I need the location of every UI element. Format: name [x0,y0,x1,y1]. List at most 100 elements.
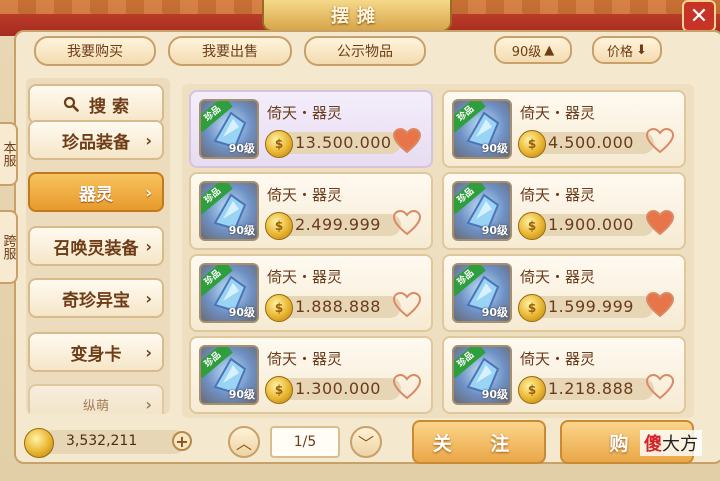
category-transform-card[interactable]: 变身卡 › [28,332,164,372]
close-button[interactable]: ✕ [682,0,716,32]
item-card[interactable]: 珍品 90级 倚天・器灵 $1.300.000 [189,336,433,414]
close-icon: ✕ [689,3,709,29]
item-card[interactable]: 珍品 90级 倚天・器灵 $13.500.000 [189,90,433,168]
item-thumbnail: 珍品 90级 [199,181,259,241]
category-summon-equipment[interactable]: 召唤灵装备 › [28,226,164,266]
favorite-heart-icon[interactable] [646,374,674,400]
search-icon [63,96,79,112]
tab-public[interactable]: 公示物品 [304,36,426,66]
side-tab-cross-label: 跨服 [0,234,16,260]
item-thumbnail: 珍品 90级 [452,263,512,323]
item-card[interactable]: 珍品 90级 倚天・器灵 $2.499.999 [189,172,433,250]
item-thumbnail: 珍品 90级 [199,345,259,405]
balance-value: 3,532,211 [66,433,138,449]
follow-label: 关 注 [432,432,526,455]
tab-public-label: 公示物品 [337,44,393,60]
tab-sell-label: 我要出售 [202,44,258,60]
sort-price-label: 价格 [607,44,634,60]
item-name: 倚天・器灵 [267,268,343,286]
coin-icon: $ [518,294,546,322]
coin-icon: $ [518,376,546,404]
item-card[interactable]: 珍品 90级 倚天・器灵 $1.900.000 [442,172,686,250]
coin-icon [24,428,54,458]
item-price: 2.499.999 [295,215,381,234]
item-card[interactable]: 珍品 90级 倚天・器灵 $1.888.888 [189,254,433,332]
item-name: 倚天・器灵 [520,268,596,286]
item-thumbnail: 珍品 90级 [199,99,259,159]
watermark-red: 傻 [644,434,662,455]
chevron-right-icon: › [145,236,152,256]
chevron-right-icon: › [145,342,152,362]
chevron-right-icon: › [145,182,152,202]
item-name: 倚天・器灵 [520,104,596,122]
category-label: 奇珍异宝 [62,290,130,311]
coin-icon: $ [518,130,546,158]
page-down-button[interactable]: ﹀ [350,426,382,458]
window-title: 摆摊 [262,0,452,32]
item-level: 90级 [481,142,508,155]
category-list: 搜 索 珍品装备 › 器灵 › 召唤灵装备 › 奇珍异宝 › 变身卡 › 纵萌 › [26,78,170,414]
sort-level-label: 90级 [511,44,542,60]
sort-down-icon: ⬇ [636,42,647,58]
chevron-up-icon: ︿ [235,434,252,453]
item-price: 4.500.000 [548,133,634,152]
coin-icon: $ [265,212,293,240]
watermark-black: 大方 [662,434,698,455]
item-name: 倚天・器灵 [267,186,343,204]
tab-buy-label: 我要购买 [67,44,123,60]
tab-buy[interactable]: 我要购买 [34,36,156,66]
item-price: 1.900.000 [548,215,634,234]
item-thumbnail: 珍品 90级 [452,99,512,159]
watermark: 傻大方 [640,430,702,456]
category-search-button[interactable]: 搜 索 [28,84,164,124]
item-thumbnail: 珍品 90级 [452,345,512,405]
page-up-button[interactable]: ︿ [228,426,260,458]
item-price: 1.218.888 [548,379,634,398]
item-name: 倚天・器灵 [267,350,343,368]
sort-price-button[interactable]: 价格 ⬇ [592,36,662,64]
page-indicator: 1/5 [270,426,340,458]
follow-button[interactable]: 关 注 [412,420,546,464]
category-rare-equipment[interactable]: 珍品装备 › [28,120,164,160]
category-spirit[interactable]: 器灵 › [28,172,164,212]
item-level: 90级 [228,306,255,319]
item-level: 90级 [228,142,255,155]
tab-sell[interactable]: 我要出售 [168,36,292,66]
item-price: 1.599.999 [548,297,634,316]
favorite-heart-icon[interactable] [646,292,674,318]
item-card[interactable]: 珍品 90级 倚天・器灵 $4.500.000 [442,90,686,168]
category-label: 珍品装备 [62,132,130,153]
favorite-heart-icon[interactable] [393,128,421,154]
side-tab-local-server[interactable]: 本服 [0,122,18,186]
item-card[interactable]: 珍品 90级 倚天・器灵 $1.599.999 [442,254,686,332]
side-tab-cross-server[interactable]: 跨服 [0,210,18,284]
item-level: 90级 [481,388,508,401]
item-thumbnail: 珍品 90级 [452,181,512,241]
category-mount[interactable]: 纵萌 › [28,384,164,414]
item-name: 倚天・器灵 [520,186,596,204]
item-price: 1.300.000 [295,379,381,398]
favorite-heart-icon[interactable] [646,128,674,154]
item-level: 90级 [228,388,255,401]
sort-level-button[interactable]: 90级 ▲ [494,36,572,64]
item-name: 倚天・器灵 [267,104,343,122]
add-currency-button[interactable]: + [172,431,192,451]
favorite-heart-icon[interactable] [393,374,421,400]
search-label: 搜 索 [89,96,129,117]
category-label: 变身卡 [70,344,122,365]
favorite-heart-icon[interactable] [393,210,421,236]
coin-icon: $ [265,294,293,322]
category-treasures[interactable]: 奇珍异宝 › [28,278,164,318]
item-price: 13.500.000 [295,133,392,152]
coin-icon: $ [518,212,546,240]
coin-icon: $ [265,376,293,404]
category-label: 器灵 [79,184,113,205]
favorite-heart-icon[interactable] [393,292,421,318]
favorite-heart-icon[interactable] [646,210,674,236]
item-name: 倚天・器灵 [520,350,596,368]
chevron-right-icon: › [145,130,152,150]
item-price: 1.888.888 [295,297,381,316]
item-card[interactable]: 珍品 90级 倚天・器灵 $1.218.888 [442,336,686,414]
category-label: 召唤灵装备 [53,238,139,259]
category-label: 纵萌 [82,398,109,414]
